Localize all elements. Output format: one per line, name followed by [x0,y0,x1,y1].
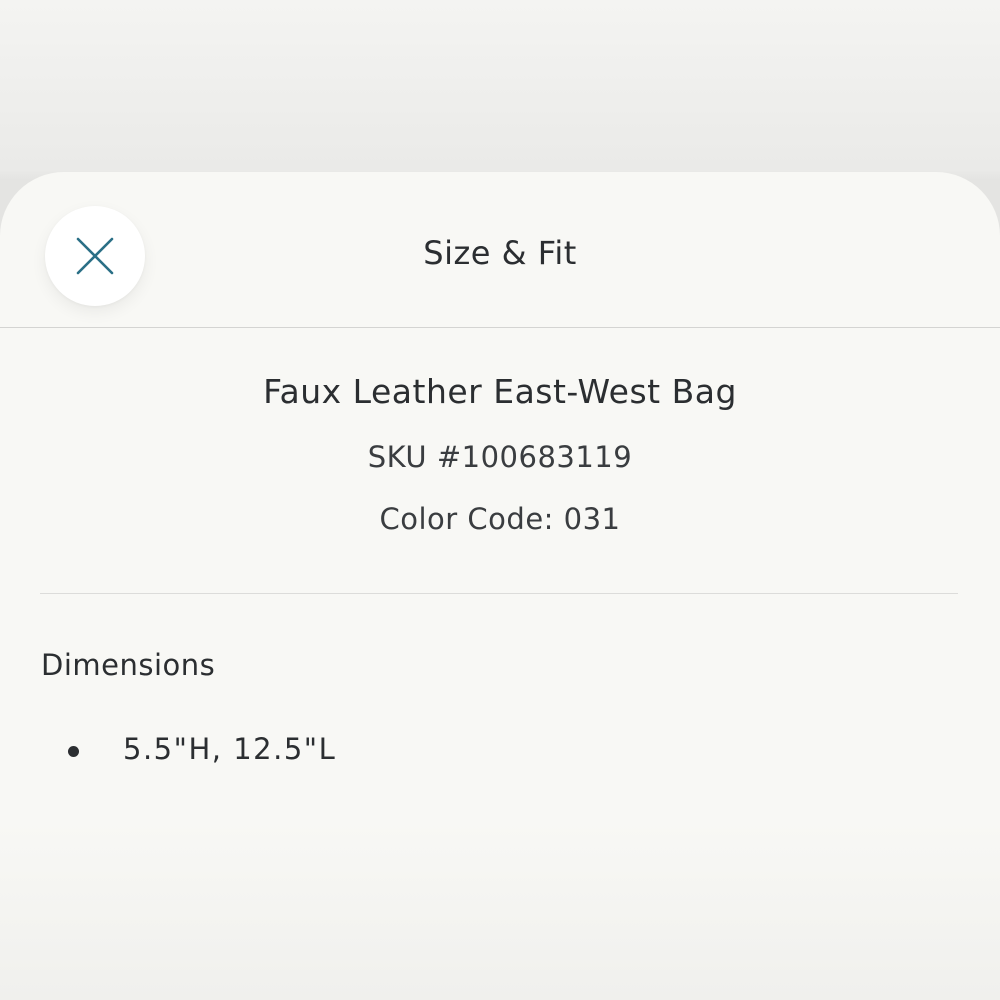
dimension-value: 5.5"H, 12.5"L [123,732,337,766]
section-divider [40,593,958,594]
sheet-bottom-fade [0,820,1000,1000]
close-icon [76,237,114,275]
dimensions-heading: Dimensions [41,648,216,682]
bullet-icon [68,746,79,757]
sheet-header: Size & Fit [0,172,1000,328]
size-fit-sheet: Size & Fit Faux Leather East-West Bag SK… [0,172,1000,1000]
product-color-code: Color Code: 031 [379,502,621,536]
product-name: Faux Leather East-West Bag [263,372,737,411]
sheet-title: Size & Fit [423,234,577,272]
product-sku: SKU #100683119 [367,440,633,474]
close-button[interactable] [45,206,145,306]
